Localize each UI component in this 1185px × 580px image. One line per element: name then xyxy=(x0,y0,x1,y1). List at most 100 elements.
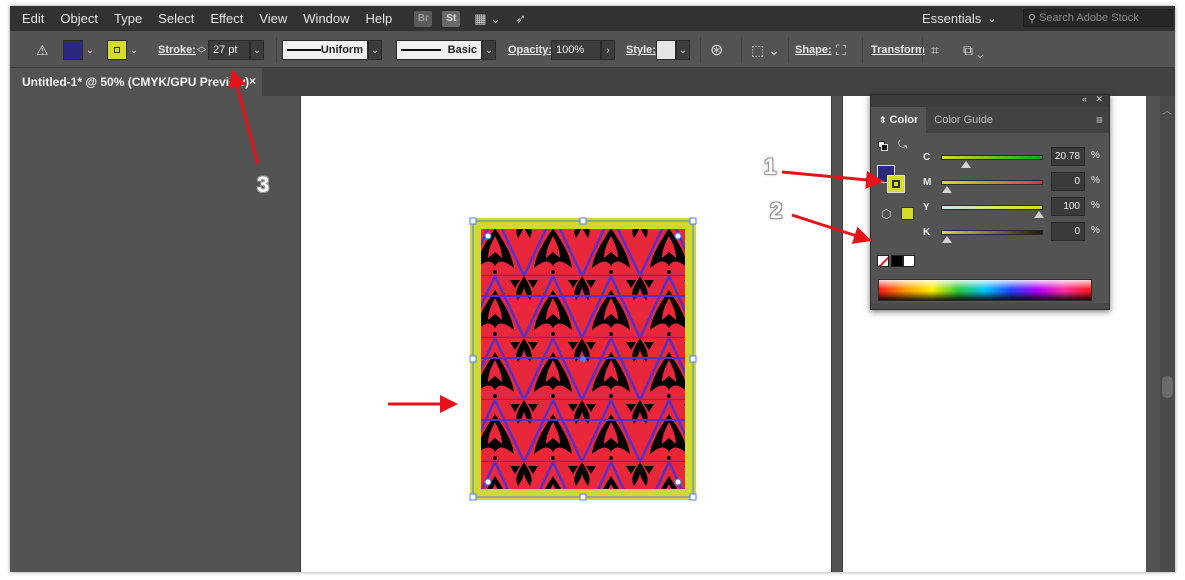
tab-color-guide[interactable]: Color Guide xyxy=(926,107,1001,133)
search-icon: ⚲ xyxy=(1028,12,1037,25)
black-unit: % xyxy=(1091,225,1100,236)
opacity-control[interactable]: 100% › xyxy=(551,40,615,60)
out-of-gamut-cube-icon[interactable]: ⬡ xyxy=(881,207,891,221)
chevron-up-icon[interactable]: ︿ xyxy=(1162,102,1172,117)
select-similar-icon[interactable]: ⧉ ⌄ xyxy=(963,40,984,60)
scroll-thumb[interactable] xyxy=(1162,376,1173,398)
cyan-slider-row: C 20.78 % xyxy=(923,147,1100,168)
stroke-weight-input[interactable]: 27 pt xyxy=(208,40,251,60)
divider xyxy=(862,37,863,63)
magenta-slider-row: M 0 % xyxy=(923,172,1100,193)
stroke-color-control[interactable]: ⌄ xyxy=(107,40,141,60)
align-icon[interactable]: ⬚ ⌄ xyxy=(751,40,780,60)
close-icon[interactable]: × xyxy=(249,74,256,88)
color-panel: « ✕ ⇕ Color Color Guide ≡ ⤿ ⬡ C 20.78 % … xyxy=(870,94,1110,310)
fill-control[interactable]: ⌄ xyxy=(63,40,97,60)
recolor-artwork-icon[interactable]: ⊛ xyxy=(710,40,723,60)
stroke-swatch[interactable] xyxy=(107,40,127,60)
magenta-slider-knob[interactable] xyxy=(942,185,952,193)
default-colors-icon[interactable] xyxy=(878,141,888,151)
opacity-input[interactable]: 100% xyxy=(551,40,601,60)
stock-search-input[interactable]: ⚲ Search Adobe Stock xyxy=(1023,9,1173,27)
yellow-slider-knob[interactable] xyxy=(1034,210,1044,218)
black-value-input[interactable]: 0 xyxy=(1051,222,1085,241)
gamut-swatch[interactable] xyxy=(901,207,914,220)
workspace-switcher[interactable]: Essentials ⌄ xyxy=(922,6,996,31)
black-slider[interactable] xyxy=(941,229,1043,243)
cyan-unit: % xyxy=(1091,150,1100,161)
stroke-label[interactable]: Stroke: xyxy=(158,40,196,60)
transform-label[interactable]: Transform xyxy=(871,40,925,60)
document-tab[interactable]: Untitled-1* @ 50% (CMYK/GPU Preview) × xyxy=(10,68,262,96)
graphic-style-control[interactable]: ⌄ xyxy=(656,40,690,60)
magenta-value-input[interactable]: 0 xyxy=(1051,172,1085,191)
close-icon[interactable]: ✕ xyxy=(1095,94,1103,105)
magenta-unit: % xyxy=(1091,175,1100,186)
tab-color[interactable]: ⇕ Color xyxy=(871,107,927,133)
bridge-button[interactable]: Br xyxy=(414,10,433,27)
warning-icon[interactable]: ⚠ xyxy=(36,40,49,60)
cyan-slider[interactable] xyxy=(941,154,1043,168)
workspace-label: Essentials xyxy=(922,11,982,26)
selected-pattern-artwork[interactable] xyxy=(466,214,700,504)
tab-bar: Untitled-1* @ 50% (CMYK/GPU Preview) × xyxy=(10,68,1175,96)
magenta-slider[interactable] xyxy=(941,179,1043,193)
menu-select[interactable]: Select xyxy=(150,6,202,31)
menu-object[interactable]: Object xyxy=(52,6,106,31)
chevron-down-icon[interactable]: ⌄ xyxy=(127,40,141,60)
white-swatch[interactable] xyxy=(903,255,915,267)
isolate-icon[interactable]: ⌗ xyxy=(931,40,939,60)
yellow-unit: % xyxy=(1091,200,1100,211)
chevron-down-icon[interactable]: ⌄ xyxy=(482,40,496,60)
chevron-down-icon[interactable]: ⌄ xyxy=(250,40,265,60)
vertical-scrollbar[interactable]: ︿ xyxy=(1160,96,1175,572)
panel-titlebar[interactable]: « ✕ xyxy=(871,94,1109,107)
fill-swatch[interactable] xyxy=(63,40,83,60)
divider xyxy=(788,37,789,63)
arrange-documents-icon[interactable]: ▦ ⌄ xyxy=(474,11,501,27)
swap-colors-icon[interactable]: ⤿ xyxy=(898,139,907,152)
gpu-performance-icon[interactable]: ➶ xyxy=(515,11,526,27)
shape-label[interactable]: Shape: xyxy=(795,40,832,60)
illustrator-window: Edit Object Type Select Effect View Wind… xyxy=(10,6,1175,572)
yellow-value-input[interactable]: 100 xyxy=(1051,197,1085,216)
collapse-icon[interactable]: « xyxy=(1082,94,1087,104)
style-swatch[interactable] xyxy=(656,40,676,60)
panel-menu-icon[interactable]: ≡ xyxy=(1096,113,1103,127)
divider xyxy=(700,37,701,63)
annotation-number-1: 1 xyxy=(764,154,777,179)
menu-edit[interactable]: Edit xyxy=(10,6,52,31)
menu-window[interactable]: Window xyxy=(295,6,357,31)
yellow-slider[interactable] xyxy=(941,204,1044,218)
variable-width-profile[interactable]: Uniform ⌄ xyxy=(282,40,382,60)
panel-resize-grip[interactable] xyxy=(871,303,1109,309)
chevron-down-icon[interactable]: ⌄ xyxy=(83,40,97,60)
menu-bar: Edit Object Type Select Effect View Wind… xyxy=(10,6,1175,31)
menu-effect[interactable]: Effect xyxy=(202,6,251,31)
shape-bounds-icon[interactable]: ⛶ xyxy=(836,40,846,60)
none-swatch[interactable] xyxy=(877,255,889,267)
stepper-arrows-icon[interactable]: ︿ ﹀ xyxy=(197,42,206,59)
chevron-down-icon[interactable]: ⌄ xyxy=(676,40,690,60)
chevron-right-icon[interactable]: › xyxy=(601,40,615,60)
line-preview xyxy=(401,49,441,51)
stock-button[interactable]: St xyxy=(442,10,461,27)
black-slider-knob[interactable] xyxy=(942,235,952,243)
black-swatch[interactable] xyxy=(891,255,903,267)
menu-type[interactable]: Type xyxy=(106,6,150,31)
opacity-label[interactable]: Opacity: xyxy=(508,40,552,60)
cyan-slider-knob[interactable] xyxy=(961,160,972,168)
tab-color-guide-label: Color Guide xyxy=(934,114,993,126)
stroke-weight-stepper[interactable]: ︿ ﹀ 27 pt ⌄ xyxy=(197,40,265,60)
panel-tabs: ⇕ Color Color Guide ≡ xyxy=(871,107,1109,133)
style-label[interactable]: Style: xyxy=(626,40,656,60)
color-spectrum[interactable] xyxy=(878,279,1092,301)
annotation-number-3: 3 xyxy=(257,172,270,197)
menu-view[interactable]: View xyxy=(251,6,295,31)
chevron-down-icon[interactable]: ⌄ xyxy=(368,40,382,60)
cyan-value-input[interactable]: 20.78 xyxy=(1051,147,1085,166)
stroke-proxy[interactable] xyxy=(887,175,905,193)
brush-definition[interactable]: Basic ⌄ xyxy=(396,40,496,60)
menu-help[interactable]: Help xyxy=(358,6,401,31)
tab-color-label: Color xyxy=(889,114,919,126)
